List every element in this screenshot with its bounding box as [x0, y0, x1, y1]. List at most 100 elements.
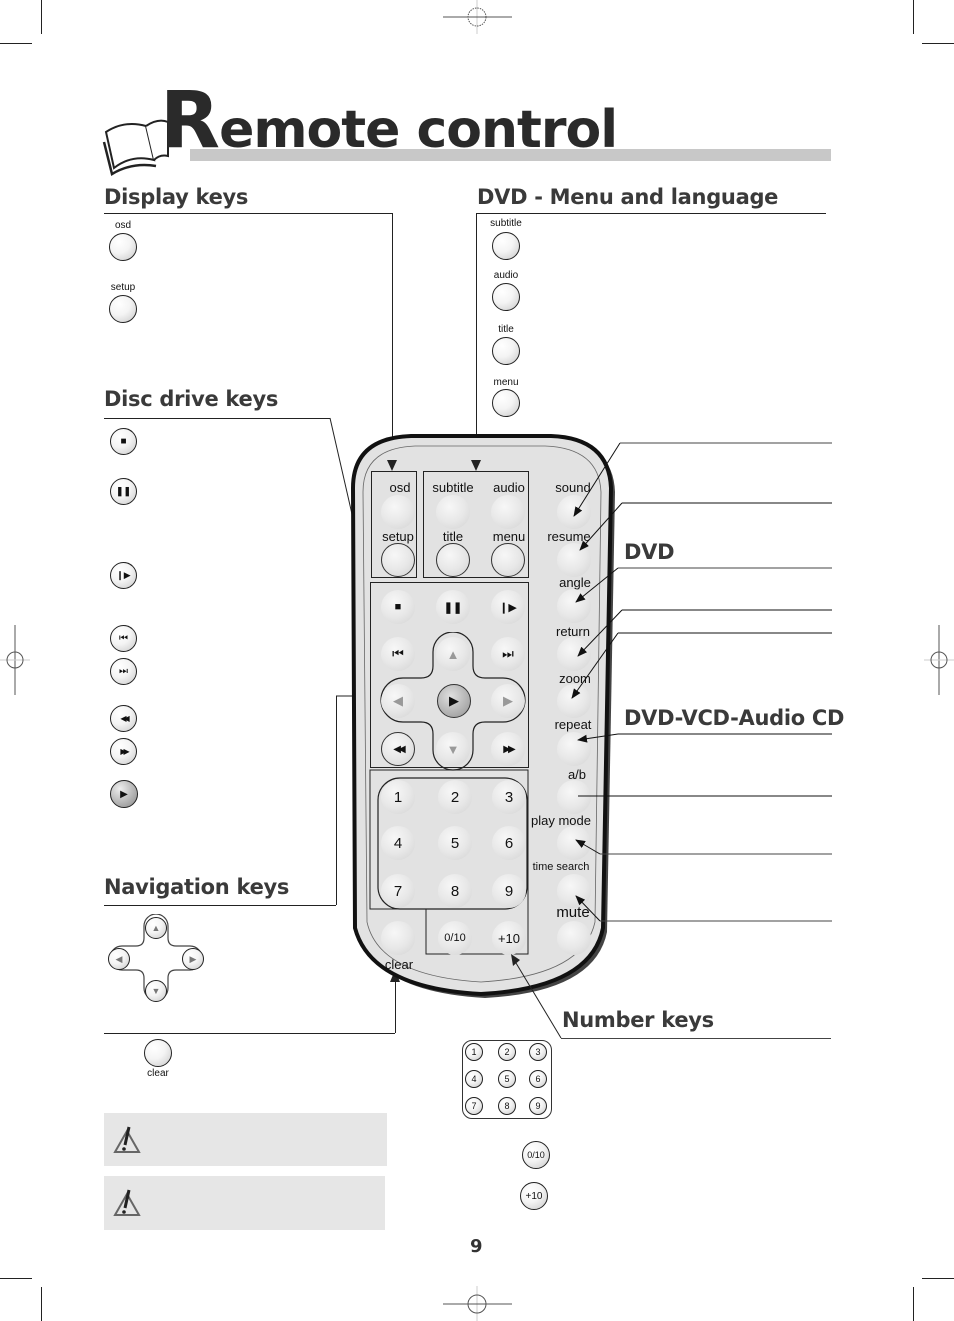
- remote-fast-forward-button[interactable]: ▶▶: [491, 732, 525, 766]
- remote-digit-4[interactable]: 4: [381, 826, 415, 860]
- digit-key-3[interactable]: 3: [529, 1043, 547, 1061]
- menu-key[interactable]: [492, 389, 520, 417]
- arrow-right-icon: ▶: [503, 693, 513, 708]
- callout-arrow: [471, 460, 481, 471]
- warning-icon: [113, 1189, 141, 1216]
- remote-pause-button[interactable]: ❚❚: [436, 590, 470, 624]
- step-play-key[interactable]: ❙▶: [110, 562, 137, 589]
- fast-forward-key[interactable]: ▶▶: [110, 738, 137, 765]
- remote-previous-button[interactable]: ⏮: [381, 637, 415, 671]
- pause-icon: ❚❚: [443, 601, 463, 614]
- previous-key[interactable]: ⏮: [110, 625, 137, 652]
- osd-key[interactable]: [109, 233, 137, 261]
- remote-digit-6[interactable]: 6: [492, 826, 526, 860]
- crop-mark: [41, 1287, 42, 1321]
- remote-up-button[interactable]: ▲: [436, 637, 470, 671]
- fast-forward-icon: ▶▶: [503, 743, 516, 755]
- divider: [561, 1038, 831, 1039]
- digit-label: 9: [535, 1101, 541, 1111]
- remote-digit-5[interactable]: 5: [438, 826, 472, 860]
- page-number: 9: [470, 1236, 483, 1257]
- remote-title-button[interactable]: [436, 543, 470, 577]
- registration-mark-top: [443, 0, 512, 34]
- remote-setup-button[interactable]: [381, 543, 415, 577]
- digit-key-9[interactable]: 9: [529, 1097, 547, 1115]
- nav-left-key[interactable]: ◀: [108, 948, 130, 970]
- remote-clear-button[interactable]: [381, 921, 415, 955]
- heading-disc-drive-keys: Disc drive keys: [104, 387, 279, 411]
- digit-label: 8: [504, 1101, 510, 1111]
- previous-icon: ⏮: [119, 633, 128, 644]
- remote-digit-9[interactable]: 9: [492, 874, 526, 908]
- remote-subtitle-button[interactable]: [436, 495, 470, 529]
- next-key[interactable]: ⏭: [110, 658, 137, 685]
- heading-display-keys: Display keys: [104, 185, 249, 209]
- divider: [104, 418, 330, 419]
- pause-key[interactable]: ❚❚: [110, 478, 137, 505]
- nav-right-key[interactable]: ▶: [182, 948, 204, 970]
- remote-digit-1[interactable]: 1: [381, 780, 415, 814]
- nav-up-key[interactable]: ▲: [145, 917, 167, 939]
- arrow-down-icon: ▼: [446, 741, 460, 757]
- remote-digit-7[interactable]: 7: [381, 874, 415, 908]
- digit-label: 3: [535, 1047, 541, 1057]
- remote-digit-2[interactable]: 2: [438, 780, 472, 814]
- setup-key[interactable]: [109, 295, 137, 323]
- callout-line: [336, 696, 337, 905]
- remote-play-button[interactable]: ▶: [437, 684, 471, 718]
- arrow-up-icon: ▲: [446, 646, 460, 662]
- remote-digit-3[interactable]: 3: [492, 780, 526, 814]
- crop-mark: [913, 1287, 914, 1321]
- play-key[interactable]: ▶: [110, 780, 138, 808]
- digit-key-8[interactable]: 8: [498, 1097, 516, 1115]
- digit-label: 3: [504, 788, 514, 806]
- key-label: clear: [147, 1068, 169, 1079]
- remote-menu-button[interactable]: [491, 543, 525, 577]
- rewind-key[interactable]: ◀◀: [110, 705, 137, 732]
- digit-label: 7: [471, 1101, 477, 1111]
- previous-icon: ⏮: [392, 646, 404, 661]
- remote-plus-ten-button[interactable]: +10: [492, 921, 526, 955]
- clear-key[interactable]: [144, 1039, 172, 1067]
- remote-audio-button[interactable]: [491, 495, 525, 529]
- digit-label: 6: [535, 1074, 541, 1084]
- remote-left-button[interactable]: ◀: [381, 684, 415, 718]
- key-label: subtitle: [490, 218, 522, 229]
- remote-rewind-button[interactable]: ◀◀: [381, 732, 415, 766]
- remote-osd-button[interactable]: [381, 495, 415, 529]
- digit-label: 6: [504, 834, 514, 852]
- remote-next-button[interactable]: ⏭: [491, 637, 525, 671]
- remote-step-button[interactable]: ❙▶: [491, 590, 525, 624]
- plus-ten-label: +10: [525, 1190, 543, 1202]
- digit-key-2[interactable]: 2: [498, 1043, 516, 1061]
- stop-key[interactable]: ■: [110, 428, 137, 455]
- rewind-icon: ◀◀: [120, 714, 129, 723]
- remote-stop-button[interactable]: ■: [381, 590, 415, 624]
- digit-key-7[interactable]: 7: [465, 1097, 483, 1115]
- remote-label-clear: clear: [384, 957, 414, 972]
- digit-key-5[interactable]: 5: [498, 1070, 516, 1088]
- arrow-left-icon: ◀: [393, 693, 403, 708]
- audio-key[interactable]: [492, 283, 520, 311]
- divider: [476, 213, 826, 214]
- title-rest: emote control: [219, 100, 618, 160]
- remote-digit-8[interactable]: 8: [438, 874, 472, 908]
- play-icon: ▶: [449, 693, 459, 708]
- digit-key-1[interactable]: 1: [465, 1043, 483, 1061]
- title-key[interactable]: [492, 337, 520, 365]
- remote-right-button[interactable]: ▶: [491, 684, 525, 718]
- arrow-up-icon: ▲: [151, 923, 161, 933]
- nav-down-key[interactable]: ▼: [145, 980, 167, 1002]
- zero-ten-key[interactable]: 0/10: [522, 1141, 550, 1169]
- crop-mark: [922, 43, 954, 44]
- remote-zero-ten-button[interactable]: 0/10: [438, 921, 472, 955]
- heading-navigation-keys: Navigation keys: [104, 875, 290, 899]
- zero-ten-label: 0/10: [527, 1150, 545, 1160]
- remote-down-button[interactable]: ▼: [436, 732, 470, 766]
- rewind-icon: ◀◀: [393, 743, 406, 755]
- subtitle-key[interactable]: [492, 232, 520, 260]
- digit-key-4[interactable]: 4: [465, 1070, 483, 1088]
- plus-ten-key[interactable]: +10: [520, 1182, 548, 1210]
- key-label: setup: [110, 282, 136, 293]
- digit-key-6[interactable]: 6: [529, 1070, 547, 1088]
